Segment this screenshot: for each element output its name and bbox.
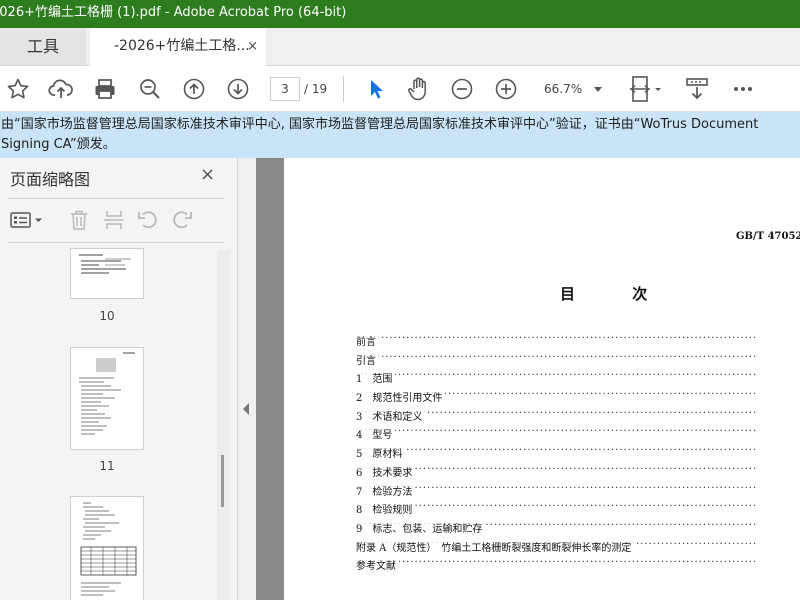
close-icon[interactable]: × — [200, 164, 215, 185]
standard-code: GB/T 47052— — [736, 231, 800, 242]
toc-item[interactable]: ········································… — [356, 539, 800, 558]
toc-title: 目 次 — [560, 285, 674, 303]
delete-page-button[interactable] — [68, 208, 90, 232]
signature-banner: 由“国家市场监督管理总局国家标准技术审评中心, 国家市场监督管理总局国家标准技术… — [0, 112, 800, 158]
thumbnails-panel: 页面缩略图 × 10 11 — [0, 158, 238, 600]
panel-divider — [8, 198, 224, 199]
tab-document-label: -2026+竹编土工格... — [114, 38, 250, 54]
star-icon[interactable] — [3, 74, 33, 104]
window-title-bar: 2026+竹编土工格栅 (1).pdf - Adobe Acrobat Pro … — [0, 0, 800, 28]
markup-icon[interactable] — [682, 74, 712, 104]
panel-collapse-strip[interactable] — [238, 158, 256, 600]
toc-item[interactable]: ········································… — [356, 520, 800, 539]
main-toolbar: 3 / 19 66.7% — [0, 66, 800, 112]
page-preview-image — [79, 352, 135, 435]
zoom-search-icon[interactable] — [135, 74, 165, 104]
rotate-left-button[interactable] — [137, 208, 159, 232]
signature-banner-text: 由“国家市场监督管理总局国家标准技术审评中心, 国家市场监督管理总局国家标准技术… — [1, 117, 759, 152]
window-title: 2026+竹编土工格栅 (1).pdf - Adobe Acrobat Pro … — [0, 5, 347, 20]
page-preview-image — [79, 254, 131, 274]
thumbnails-panel-title: 页面缩略图 — [10, 170, 91, 189]
hand-icon[interactable] — [403, 74, 433, 104]
print-icon[interactable] — [90, 74, 120, 104]
toc-item[interactable]: ········································… — [356, 445, 800, 464]
trash-icon — [71, 210, 87, 230]
tab-bar: 工具 -2026+竹编土工格... × — [0, 28, 800, 66]
toc-item[interactable]: ········································… — [356, 501, 800, 520]
table-of-contents: ········································… — [356, 333, 800, 576]
zoom-level-select[interactable]: 66.7% — [536, 77, 608, 101]
more-icon[interactable] — [728, 74, 758, 104]
page-number-input[interactable]: 3 — [270, 77, 300, 101]
toolbar-divider — [343, 76, 344, 102]
toc-item[interactable]: ········································… — [356, 352, 800, 371]
thumbnail-scrollbar[interactable] — [217, 250, 230, 600]
page-up-icon[interactable] — [179, 74, 209, 104]
page-thumbnail[interactable] — [70, 347, 144, 450]
toc-item[interactable]: ········································… — [356, 389, 800, 408]
scrollbar-thumb[interactable] — [221, 455, 224, 507]
thumbnail-label: 11 — [99, 459, 115, 473]
page-total: / 19 — [304, 82, 328, 96]
fit-page-icon[interactable] — [626, 74, 666, 104]
tab-tools[interactable]: 工具 — [0, 28, 86, 65]
toc-item[interactable]: ········································… — [356, 333, 800, 352]
page-thumbnail[interactable] — [70, 248, 144, 299]
extract-page-button[interactable] — [103, 208, 125, 232]
toc-item[interactable]: ········································… — [356, 408, 800, 427]
rotate-right-icon — [173, 211, 192, 229]
select-cursor-icon[interactable] — [360, 74, 390, 104]
zoom-out-icon[interactable] — [447, 74, 477, 104]
toc-item[interactable]: ········································… — [356, 370, 800, 389]
thumbnail-list: 10 11 — [0, 243, 218, 600]
toc-item[interactable]: ········································… — [356, 426, 800, 445]
toc-item[interactable]: ········································… — [356, 483, 800, 502]
page-down-icon[interactable] — [223, 74, 253, 104]
extract-pages-icon — [104, 211, 124, 229]
thumbnail-label: 10 — [99, 309, 115, 323]
rotate-left-icon — [138, 211, 157, 229]
zoom-level-value: 66.7% — [544, 82, 583, 96]
zoom-in-icon[interactable] — [491, 74, 521, 104]
collapse-arrow-icon — [243, 403, 249, 415]
rotate-right-button[interactable] — [171, 208, 193, 232]
tab-close-button[interactable]: × — [247, 28, 258, 65]
list-options-icon — [10, 212, 42, 228]
zoom-dropdown-icon — [594, 87, 602, 92]
tab-document[interactable]: -2026+竹编土工格... × — [90, 28, 266, 66]
upload-icon[interactable] — [46, 74, 76, 104]
thumbnail-options-button[interactable] — [10, 208, 44, 232]
toc-item[interactable]: ········································… — [356, 557, 800, 576]
page-preview-image — [80, 502, 137, 596]
page-thumbnail[interactable] — [70, 496, 144, 600]
toc-item[interactable]: ········································… — [356, 464, 800, 483]
